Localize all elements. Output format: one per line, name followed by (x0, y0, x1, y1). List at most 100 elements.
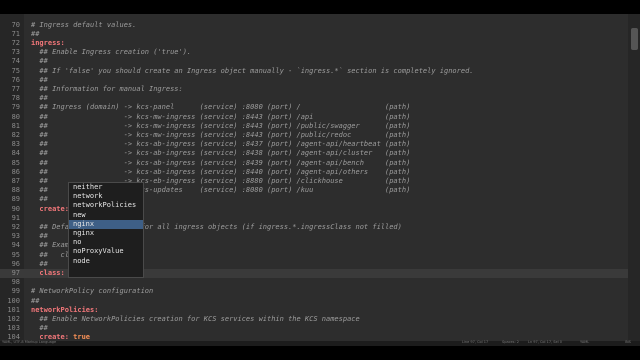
line-number: 98 (11, 278, 20, 287)
code-token: ## -> kcs-mw-ingress (service) :8443 (po… (31, 112, 411, 121)
code-token: ## (31, 57, 48, 66)
code-line[interactable]: 84 ## -> kcs-ab-ingress (service) :8438 … (0, 149, 640, 158)
code-line[interactable]: 76 ## (0, 76, 640, 85)
code-token: ## -> kcs-ab-ingress (service) :8438 (po… (31, 149, 411, 158)
code-token: ## (31, 324, 48, 333)
autocomplete-item[interactable]: node (69, 257, 143, 266)
code-token: ## (31, 29, 40, 38)
code-line[interactable]: 101 networkPolicies: (0, 306, 640, 315)
line-number: 70 (11, 20, 20, 29)
autocomplete-item[interactable]: network (69, 192, 143, 201)
line-number: 91 (11, 213, 20, 222)
code-line[interactable]: 80 ## -> kcs-mw-ingress (service) :8443 … (0, 113, 640, 122)
line-number: 84 (11, 149, 20, 158)
line-code: ## (31, 57, 48, 66)
code-token: ## If 'false' you should create an Ingre… (31, 66, 474, 75)
line-code: ## Enable NetworkPolicies creation for K… (31, 315, 359, 324)
line-code: ## -> kcs-ab-ingress (service) :8437 (po… (31, 140, 410, 149)
autocomplete-item[interactable]: new (69, 211, 143, 220)
code-token: ## Ingress (domain) -> kcs-panel (servic… (31, 103, 411, 112)
scrollbar-thumb[interactable] (631, 28, 638, 50)
scrollbar[interactable] (628, 14, 640, 341)
code-token: ## (31, 259, 48, 268)
status-mode: INS (625, 340, 631, 344)
code-line[interactable]: 71 ## (0, 30, 640, 39)
line-code: ## (31, 195, 48, 204)
code-line[interactable]: 98 (0, 278, 640, 287)
status-indent: Spaces: 2 (502, 340, 520, 344)
status-syntax: YAML, UTF-8 Markup Language (2, 340, 57, 344)
code-token: ## (31, 232, 48, 241)
autocomplete-item[interactable]: nginx (69, 219, 143, 229)
line-number: 97 (11, 268, 20, 277)
autocomplete-item[interactable]: noProxyValue (69, 247, 143, 256)
status-line-col: Line 97, Col 17 (462, 340, 489, 344)
code-token: ## -> kcs-ab-ingress (service) :8440 (po… (31, 167, 411, 176)
line-code: ## -> kcs-mw-ingress (service) :8443 (po… (31, 113, 410, 122)
line-code: networkPolicies: (31, 306, 98, 315)
line-number: 85 (11, 158, 20, 167)
line-code: ## (31, 232, 48, 241)
code-token: # NetworkPolicy configuration (31, 287, 154, 296)
code-line[interactable]: 79 ## Ingress (domain) -> kcs-panel (ser… (0, 103, 640, 112)
code-line[interactable]: 103 ## (0, 324, 640, 333)
line-number: 82 (11, 130, 20, 139)
code-line[interactable]: 73 ## Enable Ingress creation ('true'). (0, 48, 640, 57)
autocomplete-popup[interactable]: neither network networkPolicies new nginx ngi… (68, 182, 144, 278)
autocomplete-item[interactable]: no (69, 238, 143, 247)
line-number: 83 (11, 140, 20, 149)
line-code: ## Information for manual Ingress: (31, 85, 182, 94)
code-token: ingress: (31, 38, 65, 47)
code-line[interactable]: 83 ## -> kcs-ab-ingress (service) :8437 … (0, 140, 640, 149)
code-token: ## (31, 94, 48, 103)
code-token: class: (31, 268, 65, 277)
code-line[interactable]: 70 # Ingress default values. (0, 21, 640, 30)
line-number: 87 (11, 176, 20, 185)
line-code: ## (31, 324, 48, 333)
code-token: ## (31, 195, 48, 204)
code-token: networkPolicies: (31, 305, 99, 314)
code-line[interactable]: 78 ## (0, 94, 640, 103)
code-token: ## Enable Ingress creation ('true'). (31, 48, 192, 57)
code-token: ## -> kcs-ab-ingress (service) :8437 (po… (31, 140, 411, 149)
line-number: 80 (11, 112, 20, 121)
code-line[interactable]: 75 ## If 'false' you should create an In… (0, 67, 640, 76)
code-line[interactable]: 100 ## (0, 297, 640, 306)
line-number: 88 (11, 186, 20, 195)
code-line[interactable]: 85 ## -> kcs-ab-ingress (service) :8439 … (0, 159, 640, 168)
line-number: 71 (11, 29, 20, 38)
line-code: ## -> kcs-ab-ingress (service) :8439 (po… (31, 159, 410, 168)
line-code: ## (31, 297, 39, 306)
line-number: 86 (11, 167, 20, 176)
code-line[interactable]: 102 ## Enable NetworkPolicies creation f… (0, 315, 640, 324)
code-line[interactable]: 82 ## -> kcs-mw-ingress (service) :8443 … (0, 131, 640, 140)
line-number: 99 (11, 287, 20, 296)
code-line[interactable]: 81 ## -> kcs-mw-ingress (service) :8443 … (0, 122, 640, 131)
code-line[interactable]: 72 ingress: (0, 39, 640, 48)
line-code: ## If 'false' you should create an Ingre… (31, 66, 474, 76)
autocomplete-item[interactable]: nginx (69, 229, 143, 238)
code-line[interactable]: 74 ## (0, 57, 640, 66)
line-number: 100 (7, 296, 20, 305)
line-code: ## -> kcs-ab-ingress (service) :8438 (po… (31, 149, 410, 158)
status-language: YAML (580, 340, 590, 344)
line-code: ## Enable Ingress creation ('true'). (31, 48, 191, 57)
code-line[interactable]: 77 ## Information for manual Ingress: (0, 85, 640, 94)
line-number: 76 (11, 75, 20, 84)
autocomplete-item[interactable]: networkPolicies (69, 201, 143, 210)
line-code: ## Ingress (domain) -> kcs-panel (servic… (31, 103, 410, 112)
line-number: 93 (11, 232, 20, 241)
code-line[interactable]: 86 ## -> kcs-ab-ingress (service) :8440 … (0, 168, 640, 177)
line-number: 102 (7, 314, 20, 323)
line-number: 96 (11, 259, 20, 268)
code-token: ## (31, 296, 40, 305)
line-code: ## (31, 76, 47, 85)
code-line[interactable]: 99 # NetworkPolicy configuration (0, 287, 640, 296)
line-number: 90 (11, 204, 20, 213)
code-editor[interactable]: 70 # Ingress default values. 71 ## 72 ingress… (0, 14, 640, 341)
line-code: ## (31, 30, 39, 39)
line-code: ## (31, 259, 48, 269)
autocomplete-item[interactable]: neither (69, 183, 143, 192)
line-number: 95 (11, 250, 20, 259)
line-code: ## -> kcs-ab-ingress (service) :8440 (po… (31, 168, 410, 177)
